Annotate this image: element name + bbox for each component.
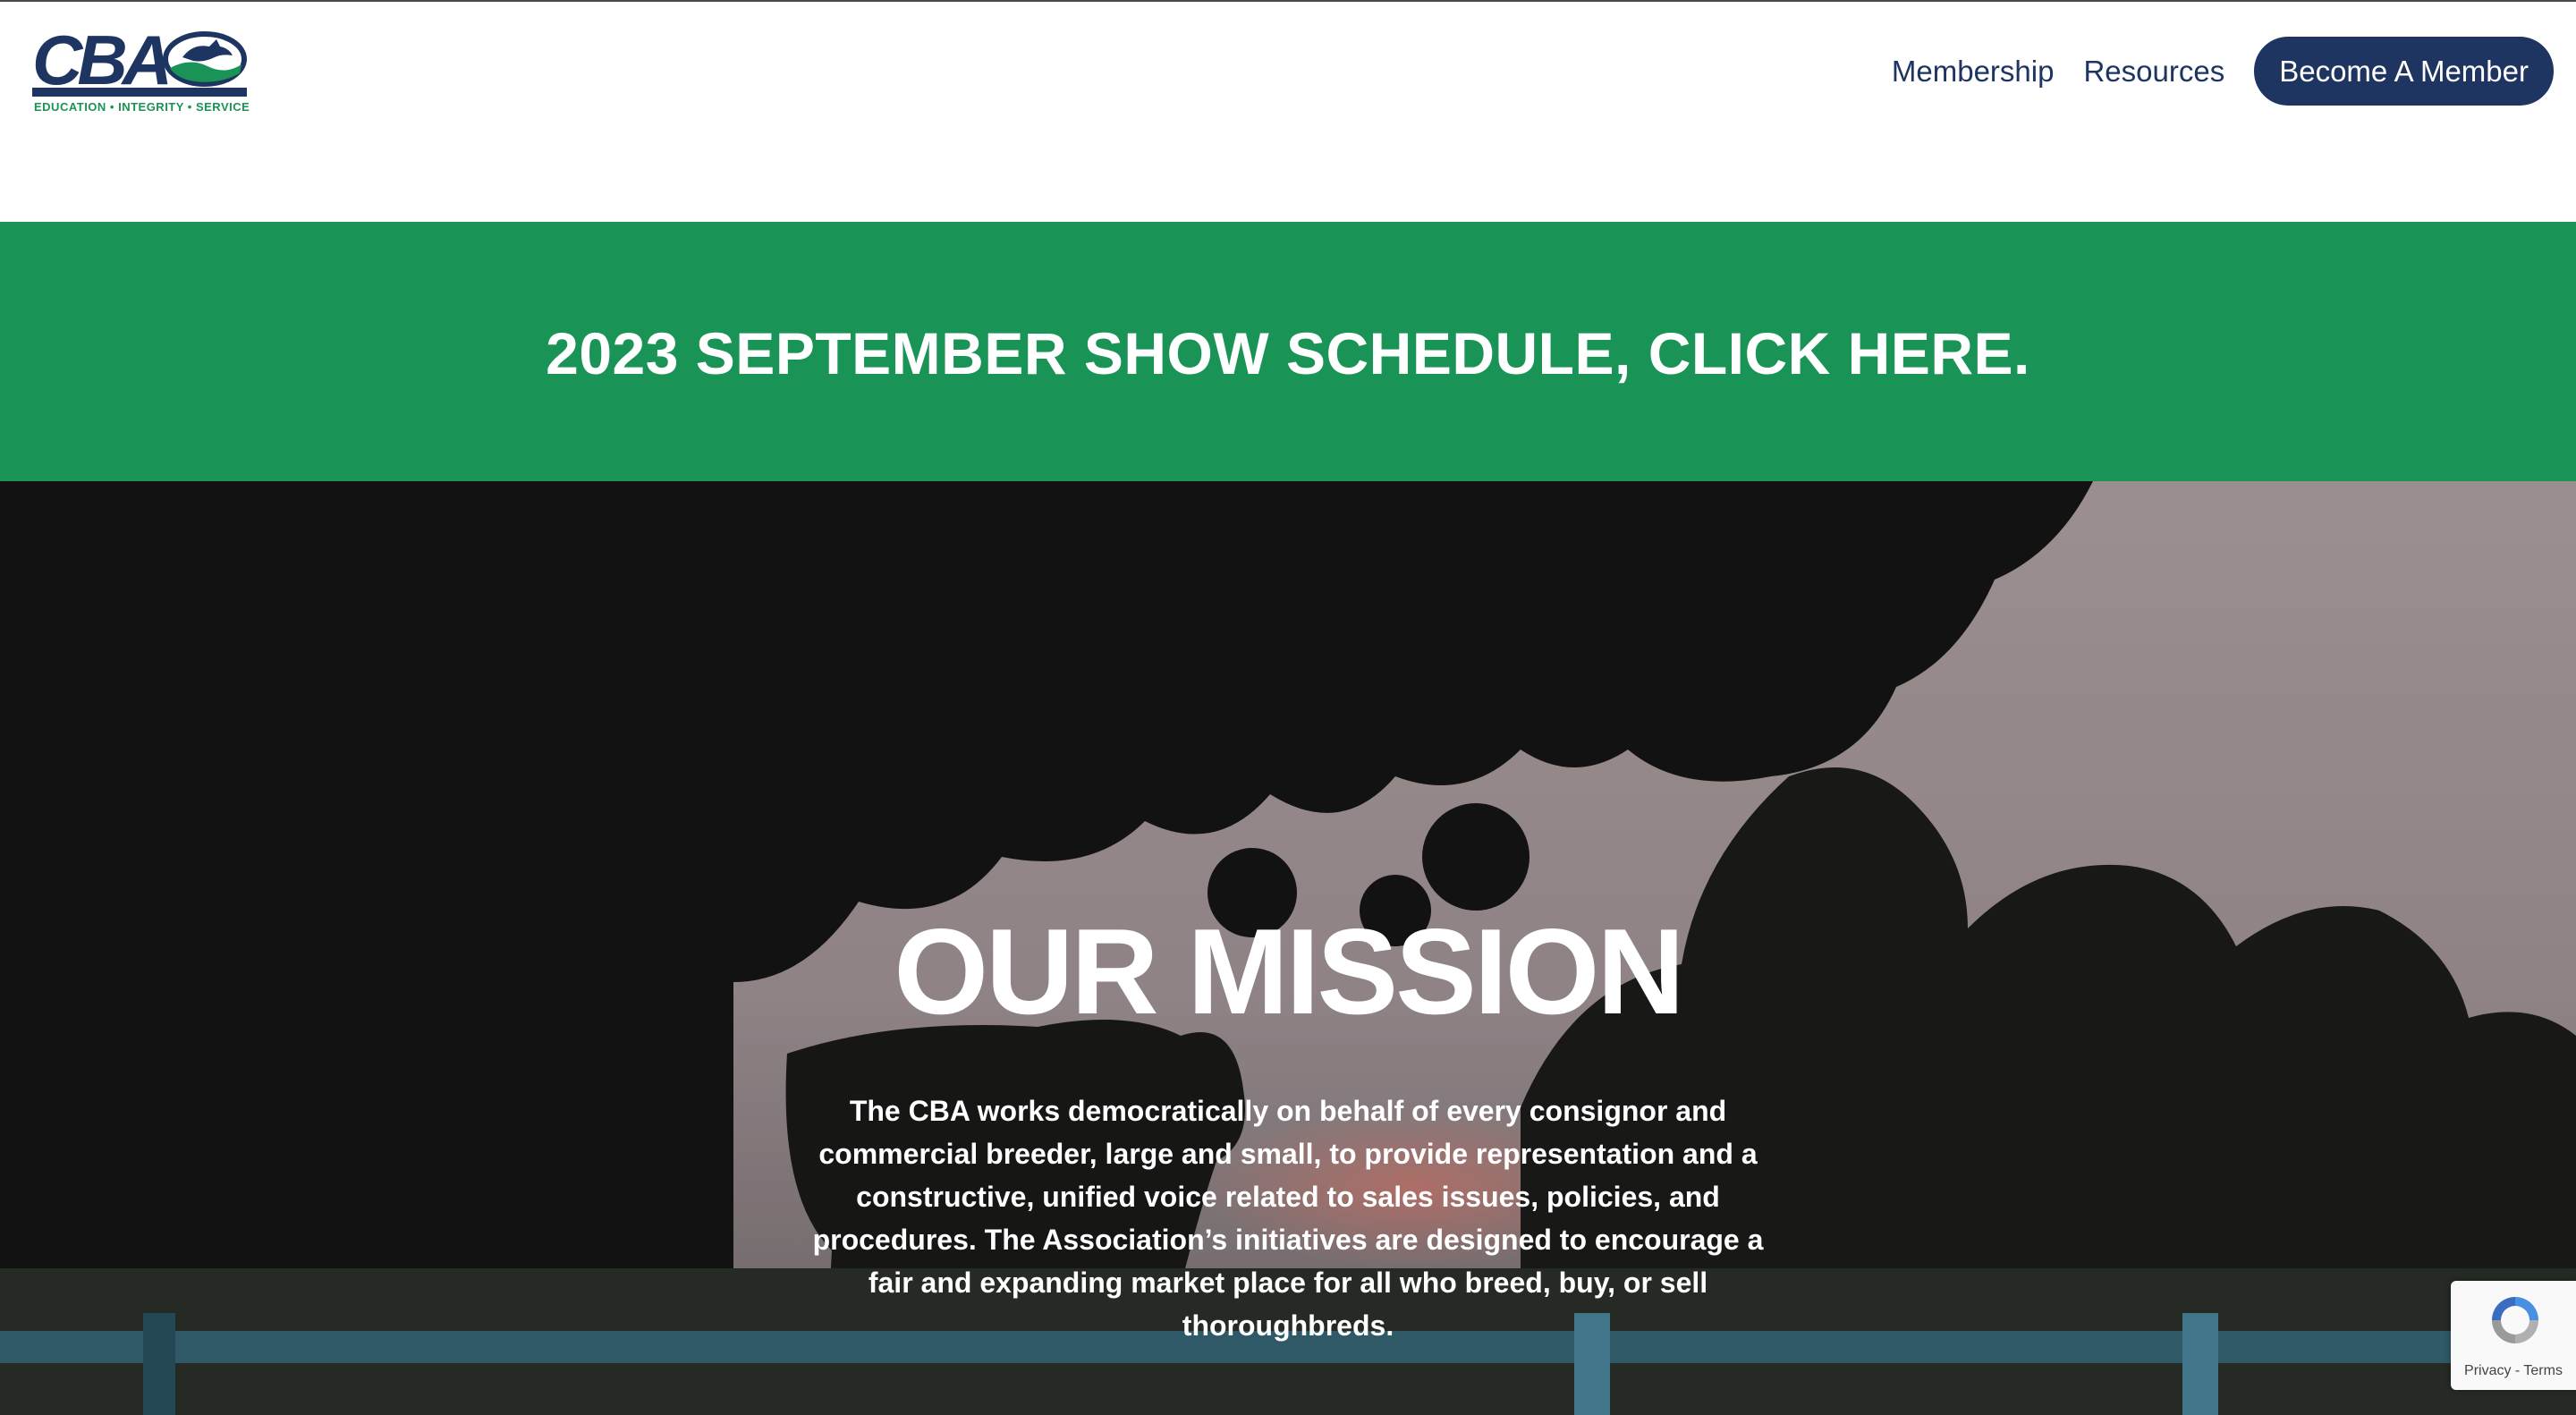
recaptcha-links: Privacy - Terms	[2451, 1363, 2576, 1379]
site-header: CBA EDUCATION • INTEGRITY • SERVICE Memb…	[0, 2, 2576, 222]
nav-resources-link[interactable]: Resources	[2083, 55, 2224, 89]
nav-membership-link[interactable]: Membership	[1892, 55, 2055, 89]
mission-statement: The CBA works democratically on behalf o…	[812, 1095, 1764, 1342]
recaptcha-icon	[2492, 1297, 2538, 1343]
show-schedule-link[interactable]: 2023 SEPTEMBER SHOW SCHEDULE, CLICK HERE…	[546, 319, 2030, 387]
recaptcha-privacy-link[interactable]: Privacy	[2464, 1363, 2511, 1378]
logo-letters: CBA	[32, 21, 173, 99]
mission-title: OUR MISSION	[894, 903, 1684, 1039]
main-nav: Membership Resources Become A Member	[1892, 37, 2554, 106]
mission-hero: OUR MISSION The CBA works democratically…	[0, 481, 2576, 1415]
become-a-member-button[interactable]: Become A Member	[2254, 37, 2554, 106]
site-logo[interactable]: CBA EDUCATION • INTEGRITY • SERVICE	[32, 21, 250, 116]
recaptcha-separator: -	[2511, 1363, 2524, 1378]
logo-underline	[32, 88, 247, 97]
logo-tagline: EDUCATION • INTEGRITY • SERVICE	[34, 100, 250, 114]
recaptcha-terms-link[interactable]: Terms	[2523, 1363, 2563, 1378]
recaptcha-badge[interactable]: Privacy - Terms	[2451, 1281, 2576, 1390]
show-schedule-banner[interactable]: 2023 SEPTEMBER SHOW SCHEDULE, CLICK HERE…	[0, 222, 2576, 481]
horse-emblem-icon	[163, 31, 247, 87]
